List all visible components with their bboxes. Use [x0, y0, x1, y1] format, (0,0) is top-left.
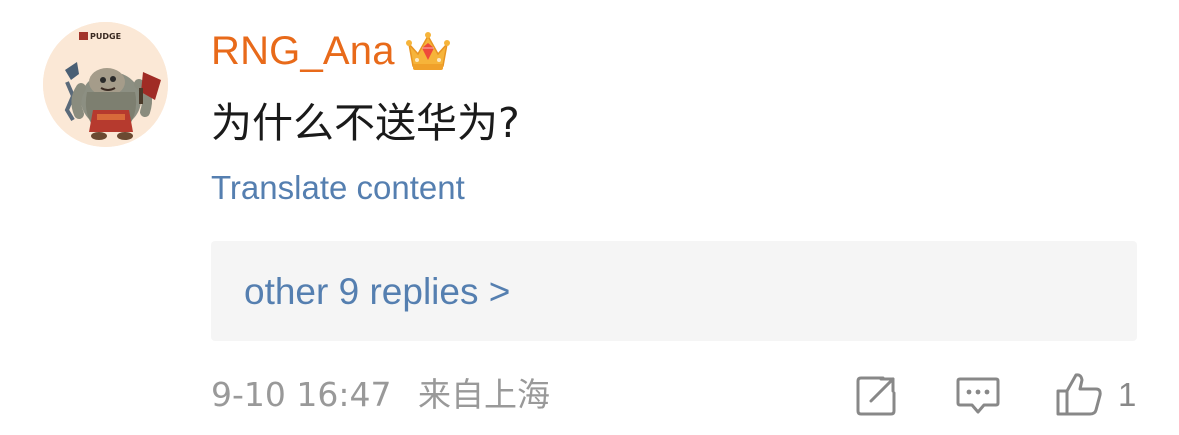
comment-text: 为什么不送华为?: [211, 99, 520, 147]
view-replies-link[interactable]: other 9 replies >: [244, 269, 510, 315]
like-count: 1: [1118, 376, 1137, 413]
translate-link[interactable]: Translate content: [211, 166, 465, 210]
comment-meta: 9-10 16:47 来自上海: [211, 372, 550, 418]
username[interactable]: RNG_Ana: [211, 26, 395, 76]
replies-box[interactable]: other 9 replies >: [211, 241, 1137, 341]
svg-text:PUDGE: PUDGE: [90, 32, 121, 41]
crown-icon: [405, 30, 451, 72]
comment-date: 9-10 16:47: [211, 375, 392, 414]
thumbs-up-icon[interactable]: [1055, 371, 1103, 417]
username-row: RNG_Ana: [211, 26, 451, 76]
avatar[interactable]: PUDGE: [43, 22, 168, 147]
comment-icon[interactable]: [956, 375, 1000, 417]
comment-location: 来自上海: [418, 375, 550, 414]
share-icon[interactable]: [855, 375, 897, 417]
pudge-avatar-image: PUDGE: [43, 22, 168, 147]
